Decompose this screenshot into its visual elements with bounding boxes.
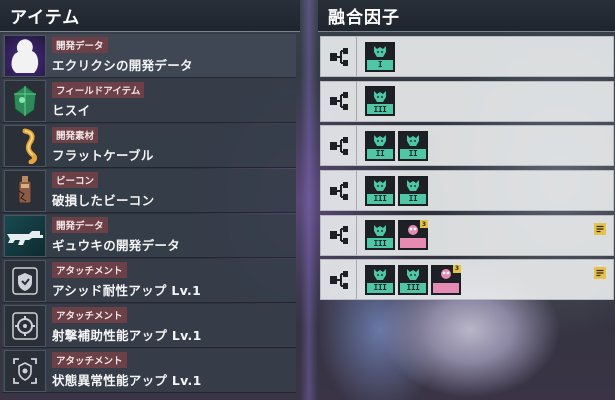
chip-level-label: III [367,104,393,115]
item-text: 開発データギュウキの開発データ [52,217,180,254]
teal-mask-icon [400,133,426,149]
item-category-badge: 開発データ [52,217,108,233]
teal-factor-chip[interactable]: III [365,220,395,251]
factor-row[interactable]: II II [320,125,614,167]
factor-panel: 融合因子 I III II II III II III 3 III III 3 [318,0,615,400]
factor-list: I III II II III II III 3 III III 3 [320,36,614,304]
item-row[interactable]: アタッチメント状態異常性能アップ Lv.1 [2,349,296,393]
item-name: 破損したビーコン [52,193,155,208]
item-text: アタッチメント射撃補助性能アップ Lv.1 [52,307,202,344]
item-row[interactable]: 開発素材フラットケーブル [2,124,296,168]
item-text: 開発データエクリクシの開発データ [52,37,193,74]
item-row[interactable]: 開発データエクリクシの開発データ [2,34,296,78]
item-text: ビーコン破損したビーコン [52,172,154,209]
node-link-icon [321,215,357,255]
pink-factor-chip[interactable]: 3 [398,220,428,251]
chip-badge: 3 [453,264,461,273]
item-category-badge: 開発データ [52,37,108,53]
item-text: フィールドアイテム ヒスイ [52,82,145,119]
node-link-icon [321,171,357,211]
node-link-icon [321,260,357,300]
node-link-icon [321,126,357,166]
factor-panel-title: 融合因子 [318,0,615,32]
item-panel: アイテム 開発データ エクリクシの開発データ フィールドアイテム ヒスイ 開発素材 フラッ… [0,0,300,400]
factor-row[interactable]: III [320,80,614,122]
item-row[interactable]: 開発データギュウキの開発データ [2,214,296,258]
item-name: ギュウキの開発データ [52,238,181,253]
factor-row[interactable]: III II [320,170,614,212]
teal-mask-icon [367,88,393,104]
ghost-silhouette-icon [4,34,46,77]
item-name: 状態異常性能アップ Lv.1 [52,373,202,388]
item-category-badge: ビーコン [52,172,99,188]
item-list: 開発データ エクリクシの開発データ フィールドアイテム ヒスイ 開発素材 フラットケーブル… [2,34,296,394]
item-text: 開発素材フラットケーブル [52,127,154,164]
item-category-badge: 開発素材 [52,127,99,143]
chip-level-label: III [367,193,393,204]
teal-mask-icon [367,267,393,283]
flat-cable-icon [4,124,46,167]
teal-factor-chip[interactable]: I [365,41,395,72]
item-category-badge: フィールドアイテム [52,82,145,98]
item-name: 射撃補助性能アップ Lv.1 [52,328,202,343]
item-panel-title: アイテム [0,0,300,32]
teal-factor-chip[interactable]: II [398,130,428,161]
status-attachment-icon [4,349,46,392]
item-name: エクリクシの開発データ [52,58,193,73]
chip-level-label: II [400,148,426,159]
chip-level-label [433,282,459,293]
item-name: アシッド耐性アップ Lv.1 [52,283,202,298]
chip-level-label: III [367,238,393,249]
shield-attachment-icon [4,259,46,302]
item-category-badge: アタッチメント [52,307,127,323]
teal-mask-icon [367,222,393,238]
chip-level-label: I [367,59,393,70]
note-icon[interactable] [593,265,607,280]
pink-factor-chip[interactable]: 3 [431,264,461,295]
rifle-icon [4,214,46,257]
teal-mask-icon [400,267,426,283]
factor-row[interactable]: III III 3 [320,259,614,301]
teal-factor-chip[interactable]: II [398,175,428,206]
node-link-icon [321,81,357,121]
chip-badge: 3 [420,220,428,229]
chip-level-label: III [367,282,393,293]
background-glow [300,0,318,400]
item-text: アタッチメントアシッド耐性アップ Lv.1 [52,262,201,299]
teal-mask-icon [367,133,393,149]
item-row[interactable]: ビーコン破損したビーコン [2,169,296,213]
teal-factor-chip[interactable]: III [365,175,395,206]
target-attachment-icon [4,304,46,347]
item-name: ヒスイ [52,103,91,118]
item-row[interactable]: アタッチメント射撃補助性能アップ Lv.1 [2,304,296,348]
factor-row[interactable]: I [320,36,614,77]
item-text: アタッチメント状態異常性能アップ Lv.1 [52,352,202,389]
jade-ore-icon [4,79,46,122]
item-category-badge: アタッチメント [52,262,127,278]
item-row[interactable]: フィールドアイテム ヒスイ [2,79,296,123]
item-name: フラットケーブル [52,148,154,163]
chip-level-label [400,238,426,249]
teal-factor-chip[interactable]: III [365,86,395,117]
broken-beacon-icon [4,169,46,212]
note-icon[interactable] [593,221,607,235]
teal-factor-chip[interactable]: III [365,264,395,295]
item-category-badge: アタッチメント [52,352,127,368]
teal-mask-icon [367,178,393,194]
teal-mask-icon [367,44,393,60]
chip-level-label: III [400,282,426,293]
teal-factor-chip[interactable]: II [365,130,395,161]
factor-row[interactable]: III 3 [320,214,614,256]
teal-factor-chip[interactable]: III [398,264,428,295]
teal-mask-icon [400,178,426,194]
chip-level-label: II [400,193,426,204]
node-link-icon [321,37,357,76]
item-row[interactable]: アタッチメントアシッド耐性アップ Lv.1 [2,259,296,303]
chip-level-label: II [367,148,393,159]
